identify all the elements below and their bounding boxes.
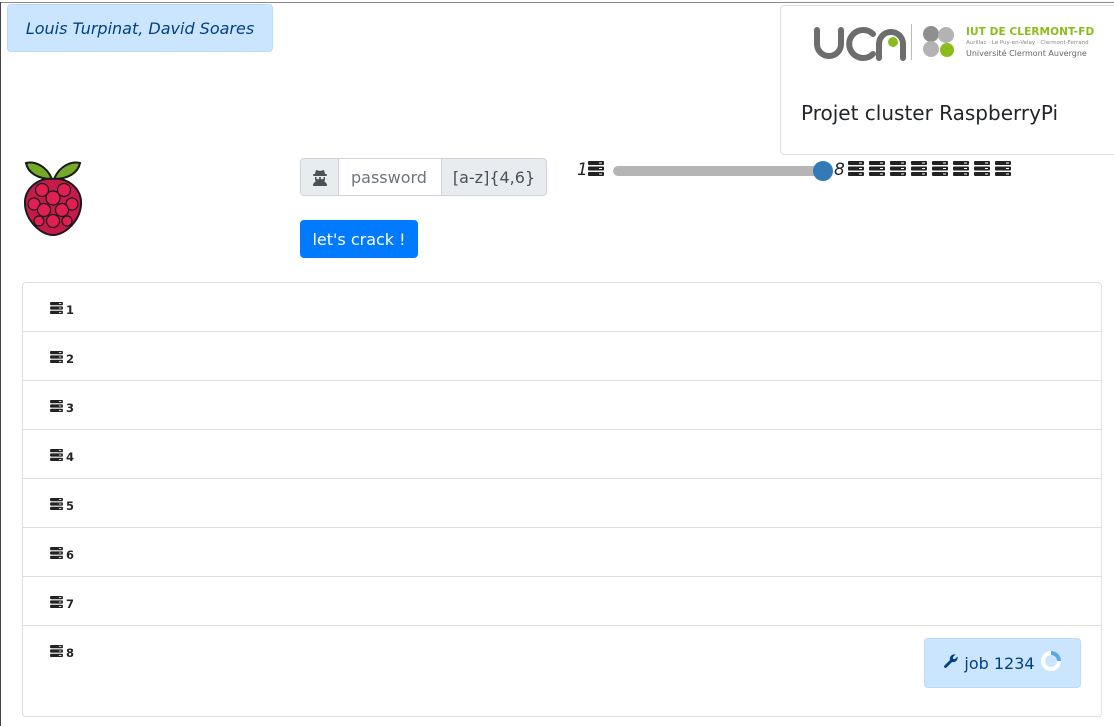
- authors-banner: Louis Turpinat, David Soares: [7, 4, 273, 52]
- server-icons: [848, 161, 1011, 180]
- node-label: 5: [50, 498, 74, 513]
- server-count-slider-thumb[interactable]: [813, 161, 833, 181]
- node-row: 5: [23, 479, 1101, 528]
- raspberry-pi-logo: [23, 161, 83, 237]
- node-number: 6: [66, 547, 75, 562]
- server-icon: [953, 161, 969, 180]
- node-label: 3: [50, 400, 74, 415]
- wrench-icon: [943, 653, 959, 673]
- server-icon: [974, 161, 990, 180]
- node-row: 7: [23, 577, 1101, 626]
- server-icon: [869, 161, 885, 180]
- crack-button[interactable]: let's crack !: [300, 220, 418, 258]
- slider-max-label: 8: [834, 160, 845, 180]
- password-input[interactable]: [339, 158, 441, 196]
- iut-title: IUT DE CLERMONT-FD: [966, 26, 1095, 38]
- node-row: 8 job 1234: [23, 626, 1101, 716]
- server-icon: [50, 302, 63, 317]
- node-row: 1: [23, 283, 1101, 332]
- node-number: 1: [66, 302, 75, 317]
- server-icon: [995, 161, 1011, 180]
- spinner-icon: [1040, 650, 1062, 676]
- node-label: 8: [50, 645, 74, 660]
- uca-logo: [814, 27, 906, 61]
- node-label: 4: [50, 449, 74, 464]
- slider-min-label: 1: [577, 160, 588, 180]
- user-secret-icon: [300, 158, 339, 196]
- logo-divider: [911, 24, 912, 60]
- server-icon: [50, 449, 63, 464]
- server-icon: [890, 161, 906, 180]
- node-label: 2: [50, 351, 74, 366]
- node-number: 3: [66, 400, 75, 415]
- node-number: 5: [66, 498, 75, 513]
- job-badge[interactable]: job 1234: [924, 638, 1081, 688]
- password-input-group: [a-z]{4,6}: [300, 158, 547, 196]
- node-number: 4: [66, 449, 75, 464]
- node-row: 4: [23, 430, 1101, 479]
- iut-subtitle: Aurillac · Le Puy-en-Velay · Clermont-Fe…: [966, 40, 1089, 46]
- server-icon: [50, 547, 63, 562]
- iut-wordmark: IUT DE CLERMONT-FD Aurillac · Le Puy-en-…: [966, 26, 1094, 58]
- node-row: 3: [23, 381, 1101, 430]
- server-icon: [848, 161, 864, 180]
- node-number: 8: [66, 645, 75, 660]
- server-icon: [932, 161, 948, 180]
- server-icon: [50, 645, 63, 660]
- node-number: 7: [66, 596, 75, 611]
- project-title: Projet cluster RaspberryPi: [801, 101, 1059, 125]
- left-rule: [0, 2, 1, 726]
- pattern-addon: [a-z]{4,6}: [441, 158, 547, 196]
- server-icon: [50, 400, 63, 415]
- server-icon: [911, 161, 927, 180]
- node-number: 2: [66, 351, 75, 366]
- node-label: 1: [50, 302, 74, 317]
- server-icon: [50, 498, 63, 513]
- node-row: 6: [23, 528, 1101, 577]
- server-icon: [588, 161, 604, 176]
- server-icon: [50, 351, 63, 366]
- server-icon: [50, 596, 63, 611]
- node-label: 6: [50, 547, 74, 562]
- nodes-list: 1 2 3 4 5 6 7 8 job 1234: [22, 282, 1102, 717]
- job-label: job 1234: [964, 653, 1035, 673]
- top-rule: [0, 2, 1114, 3]
- node-row: 2: [23, 332, 1101, 381]
- iut-clover-logo: [923, 26, 954, 57]
- iut-university: Université Clermont Auvergne: [966, 49, 1087, 58]
- server-count-slider-track[interactable]: [613, 166, 825, 176]
- brand-card: IUT DE CLERMONT-FD Aurillac · Le Puy-en-…: [780, 5, 1114, 155]
- node-label: 7: [50, 596, 74, 611]
